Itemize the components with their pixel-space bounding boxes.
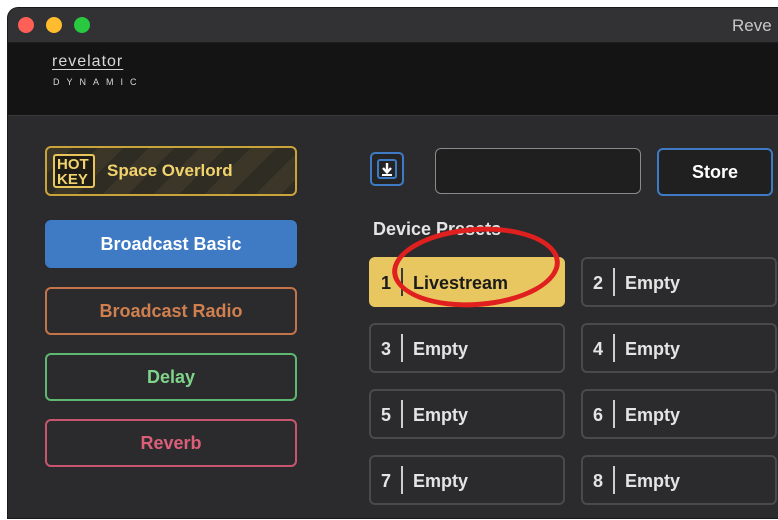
hotkey-preset-button[interactable]: HOT KEY Space Overlord — [45, 146, 297, 196]
slot-divider — [401, 268, 403, 296]
slot-divider — [613, 400, 615, 428]
slot-number: 7 — [381, 471, 392, 491]
preset-name-input[interactable] — [435, 148, 641, 194]
slot-number: 1 — [381, 273, 392, 293]
slot-label: Empty — [413, 405, 469, 425]
preset-reverb-button[interactable]: Reverb — [45, 419, 297, 467]
preset-broadcast-radio-button[interactable]: Broadcast Radio — [45, 287, 297, 335]
device-preset-slot-1[interactable]: 1 Livestream — [369, 257, 565, 307]
download-preset-button[interactable] — [370, 152, 404, 186]
slot-label: Empty — [625, 273, 681, 293]
slot-divider — [401, 400, 403, 428]
close-window-button[interactable] — [18, 17, 34, 33]
maximize-window-button[interactable] — [74, 17, 90, 33]
slot-number: 2 — [593, 273, 604, 293]
slot-label: Livestream — [413, 273, 509, 293]
device-preset-slot-4[interactable]: 4 Empty — [581, 323, 777, 373]
preset-delay-button[interactable]: Delay — [45, 353, 297, 401]
hotkey-badge: HOT KEY — [53, 154, 95, 188]
slot-number: 5 — [381, 405, 392, 425]
hotkey-preset-name: Space Overlord — [107, 161, 233, 180]
device-preset-slot-8[interactable]: 8 Empty — [581, 455, 777, 505]
minimize-window-button[interactable] — [46, 17, 62, 33]
slot-label: Empty — [625, 471, 681, 491]
slot-divider — [613, 466, 615, 494]
store-button[interactable]: Store — [657, 148, 773, 196]
device-preset-slot-6[interactable]: 6 Empty — [581, 389, 777, 439]
slot-number: 3 — [381, 339, 392, 359]
brand-logo: revelator — [52, 53, 124, 70]
slot-number: 6 — [593, 405, 604, 425]
device-preset-slot-3[interactable]: 3 Empty — [369, 323, 565, 373]
slot-label: Empty — [413, 339, 469, 359]
slot-divider — [401, 466, 403, 494]
slot-number: 4 — [593, 339, 604, 359]
preset-broadcast-basic-button[interactable]: Broadcast Basic — [45, 220, 297, 268]
device-preset-slot-5[interactable]: 5 Empty — [369, 389, 565, 439]
slot-divider — [613, 268, 615, 296]
title-bar: Reve — [8, 8, 778, 43]
device-presets-title: Device Presets — [373, 219, 502, 239]
slot-divider — [613, 334, 615, 362]
slot-label: Empty — [625, 405, 681, 425]
window-title: Reve — [732, 16, 772, 35]
slot-number: 8 — [593, 471, 604, 491]
brand-subtitle: DYNAMIC — [53, 77, 144, 87]
slot-label: Empty — [413, 471, 469, 491]
app-window: Reve revelator DYNAMIC HOT KEY Space Over… — [8, 8, 778, 518]
download-icon — [377, 159, 397, 179]
slot-divider — [401, 334, 403, 362]
device-preset-slot-7[interactable]: 7 Empty — [369, 455, 565, 505]
brand-bar: revelator DYNAMIC — [8, 43, 778, 116]
device-preset-slot-2[interactable]: 2 Empty — [581, 257, 777, 307]
main-panel: HOT KEY Space Overlord Broadcast Basic Br… — [8, 116, 778, 518]
slot-label: Empty — [625, 339, 681, 359]
